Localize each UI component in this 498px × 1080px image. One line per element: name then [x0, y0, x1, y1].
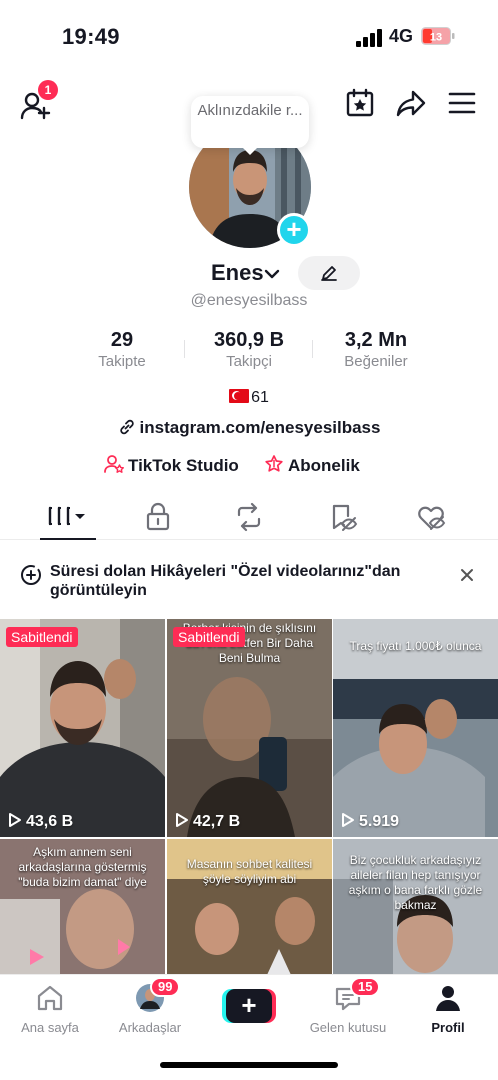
- profile-icon: [436, 986, 460, 1011]
- tab-favorites[interactable]: [328, 502, 368, 532]
- name-row: Enes: [0, 258, 498, 290]
- grid-icon: [48, 506, 85, 526]
- view-count: 43,6 B: [8, 812, 73, 831]
- profile-stats: 29 Takipte 360,9 B Takipçi 3,2 Mn Beğeni…: [0, 328, 498, 374]
- view-count: 42,7 B: [175, 812, 240, 831]
- share-icon[interactable]: [396, 88, 426, 118]
- inbox-badge: 15: [350, 977, 381, 997]
- heart-hidden-icon: [418, 506, 446, 530]
- pinned-badge: Sabitlendi: [173, 627, 245, 647]
- network-type: 4G: [389, 26, 414, 46]
- subscription-link[interactable]: Abonelik: [264, 454, 360, 476]
- video-thumbnail[interactable]: Biz çocukluk arkadaşıyız aileler filan h…: [333, 839, 498, 975]
- menu-icon[interactable]: [448, 90, 476, 116]
- divider: [184, 340, 185, 358]
- bio-text: 61: [251, 389, 269, 406]
- nav-label: Arkadaşlar: [118, 1020, 182, 1035]
- video-thumbnail[interactable]: Aşkım annem seni arkadaşlarına göstermiş…: [0, 839, 165, 975]
- tab-videos[interactable]: [46, 502, 92, 532]
- video-thumbnail[interactable]: Masanın sohbet kalitesi şöyle söyliyim a…: [167, 839, 332, 975]
- plus-icon: +: [226, 989, 272, 1023]
- lock-icon: [146, 502, 170, 531]
- add-friend-button[interactable]: 1: [18, 80, 58, 124]
- thumbnail-image: [0, 619, 165, 837]
- pinned-badge: Sabitlendi: [6, 627, 78, 647]
- divider: [312, 340, 313, 358]
- profile-name[interactable]: Enes: [211, 260, 264, 286]
- nav-profile[interactable]: Profil: [420, 983, 476, 1035]
- stat-likes[interactable]: 3,2 Mn Beğeniler: [326, 328, 426, 372]
- link-text: instagram.com/enesyesilbass: [139, 418, 381, 437]
- story-add-icon: [21, 565, 41, 585]
- signal-icon: [356, 29, 382, 47]
- status-time: 19:49: [62, 24, 120, 49]
- battery-level: 13: [430, 32, 442, 44]
- turkey-flag-icon: [229, 389, 250, 403]
- stat-value: 29: [110, 329, 134, 351]
- stat-value: 360,9 B: [213, 329, 285, 351]
- play-icon: [9, 813, 21, 827]
- nav-home[interactable]: Ana sayfa: [18, 983, 82, 1035]
- nav-label: Profil: [431, 1020, 465, 1035]
- stat-value: 3,2 Mn: [344, 329, 408, 351]
- subscription-label: Abonelik: [288, 456, 360, 475]
- chevron-down-icon[interactable]: [264, 268, 280, 280]
- profile-handle: @enesyesilbass: [190, 292, 308, 309]
- play-icon: [342, 813, 354, 827]
- stories-banner[interactable]: Süresi dolan Hikâyeleri "Özel videoların…: [0, 554, 498, 610]
- close-icon[interactable]: [458, 566, 476, 584]
- active-tab-indicator: [40, 538, 96, 540]
- video-caption: Traş fiyatı 1.000₺ olunca: [349, 639, 482, 653]
- repost-icon: [237, 502, 261, 532]
- video-caption: Aşkım annem seni arkadaşlarına göstermiş…: [18, 845, 147, 889]
- create-button[interactable]: +: [222, 989, 276, 1023]
- view-count-value: 5.919: [359, 813, 400, 830]
- battery-icon: 13: [421, 27, 455, 45]
- pencil-icon: [321, 266, 337, 281]
- banner-text: Süresi dolan Hikâyeleri "Özel videoların…: [50, 563, 401, 599]
- content-tabs: [0, 496, 498, 540]
- tab-reposts[interactable]: [234, 502, 274, 532]
- bio-link[interactable]: instagram.com/enesyesilbass: [0, 418, 498, 438]
- nav-label: Ana sayfa: [21, 1020, 79, 1035]
- note-bubble[interactable]: Aklınızdakile r...: [191, 96, 309, 155]
- studio-icon: [104, 455, 124, 473]
- stat-label: Takipçi: [226, 353, 272, 370]
- tools-row: TikTok Studio Abonelik: [0, 454, 498, 478]
- edit-profile-button[interactable]: [298, 256, 360, 290]
- bio: 61: [0, 389, 498, 407]
- notification-badge: 1: [38, 80, 58, 100]
- studio-label: TikTok Studio: [128, 456, 239, 475]
- home-icon: [37, 985, 63, 1011]
- stat-label: Takipte: [98, 353, 146, 370]
- video-caption: Masanın sohbet kalitesi şöyle söyliyim a…: [186, 857, 313, 886]
- view-count-value: 43,6 B: [26, 813, 74, 830]
- subscription-star-icon: [265, 455, 283, 472]
- view-count-value: 42,7 B: [193, 813, 241, 830]
- link-icon: [119, 419, 134, 435]
- tab-liked[interactable]: [416, 502, 456, 532]
- nav-label: Gelen kutusu: [309, 1020, 387, 1035]
- nav-inbox[interactable]: Gelen kutusu 15: [300, 977, 396, 1035]
- stat-followers[interactable]: 360,9 B Takipçi: [196, 328, 302, 372]
- home-indicator: [160, 1062, 338, 1068]
- play-icon: [176, 813, 188, 827]
- stat-following[interactable]: 29 Takipte: [82, 328, 162, 372]
- status-bar: 19:49 4G 13: [0, 0, 498, 70]
- video-thumbnail[interactable]: Traş fiyatı 1.000₺ olunca 5.919: [333, 619, 498, 837]
- video-caption: Biz çocukluk arkadaşıyız aileler filan h…: [348, 853, 483, 912]
- tab-private[interactable]: [144, 502, 184, 532]
- bookmark-hidden-icon: [332, 504, 358, 531]
- tiktok-studio-link[interactable]: TikTok Studio: [104, 454, 239, 476]
- video-thumbnail[interactable]: Sabitlendi 43,6 B: [0, 619, 165, 837]
- stat-label: Beğeniler: [344, 353, 408, 370]
- video-thumbnail[interactable]: Berber kişinin de şıklısını da Ama Lütfe…: [167, 619, 332, 837]
- add-story-button[interactable]: +: [277, 213, 311, 247]
- nav-friends[interactable]: Arkadaşlar 99: [110, 977, 190, 1035]
- view-count: 5.919: [341, 812, 399, 831]
- calendar-star-icon[interactable]: [345, 88, 375, 118]
- friends-badge: 99: [150, 977, 181, 997]
